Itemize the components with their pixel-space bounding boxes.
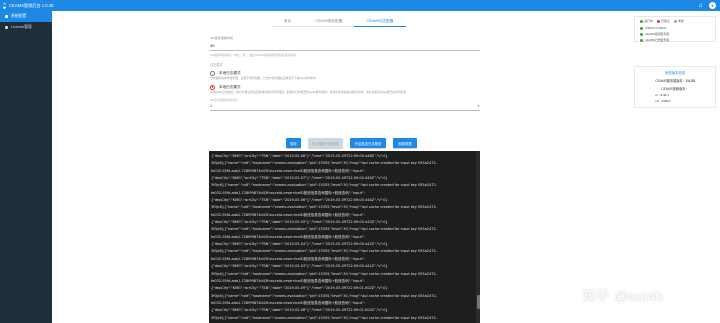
log-line: {"depCity":"KMG","arrCity":"TSN","date":… (211, 286, 388, 291)
server-version-value: 2.0.23 (685, 79, 695, 83)
sidebar-item-label: 系统配置 (11, 14, 27, 18)
tab-service-config[interactable]: CEAMS服务配置 (303, 17, 355, 27)
radio-description: 采用kafka日志模式，等日志量达到设定值或达到时间间隔后，批量将日志推送到ka… (210, 89, 407, 94)
watermark: 知乎 @out4b (582, 288, 664, 304)
log-config-form: API缓存保留时间 30 API缓存保留时间（单位：天），超出CEAMS缓存服务… (210, 36, 480, 111)
status-legend: 运行中 已停止 未知 (635, 17, 715, 25)
server-version: CEAMS服务端版本：2.0.23 (635, 78, 715, 83)
deps-label: CEAMS依赖版本： (661, 87, 689, 91)
log-line: fe032-55fd-ada1-728f99874d43funcceid-ces… (211, 256, 365, 261)
tab-log-config[interactable]: CEAMS日志配置 (354, 17, 406, 27)
sidebar-item-license[interactable]: License管理 (0, 22, 52, 33)
service-label: JCEMS CORE32 (645, 26, 667, 30)
service-item: CEAMS日志服务器 (635, 37, 715, 43)
log-line: {"depCity":"KMG","arrCity":"TSN","date":… (211, 176, 388, 181)
status-dot-icon (640, 38, 643, 42)
log-line: {"depCity":"KMG","arrCity":"TSN","date":… (211, 264, 388, 269)
sidebar-item-label: License管理 (11, 25, 32, 29)
status-dot-icon (640, 19, 643, 23)
log-lines: {"depCity":"KMG","arrCity":"TSN","date":… (209, 151, 475, 323)
dep-name: cc : (655, 93, 660, 97)
radio-description: 日志保存在本地服务器，适用于单机部署，日志文件存储在应用目录下的logs文件夹中 (210, 76, 316, 80)
select-value: 1 (210, 104, 212, 108)
log-line: fe032-55fd-ada1-728f99874d43funcceid-ces… (211, 190, 365, 195)
dep-item: odf : 2.83.4 (635, 99, 715, 103)
top-bar: CEAMS管理后台 1.0.38 ♫ ● (0, 0, 720, 11)
app-title: CEAMS管理后台 1.0.38 (9, 2, 54, 8)
status-dot-icon (640, 26, 643, 30)
radio-label: 本地日志模式 (219, 84, 241, 89)
bell-icon[interactable]: ♫ (697, 2, 704, 9)
scrollbar-thumb[interactable] (476, 295, 480, 309)
log-line: {"depCity":"KMG","arrCity":"TSN","date":… (211, 154, 388, 158)
save-button[interactable]: 保存 (286, 138, 301, 148)
legend-running: 运行中 (640, 19, 653, 23)
log-line: fe032-55fd-ada1-728f99874d43funcceid-ces… (211, 278, 365, 283)
log-line: 3f0jclt}{"name":"cdil","hostname":"ceams… (211, 293, 437, 298)
log-line: fe032-55fd-ada1-728f99874d43funcceid-ces… (211, 300, 365, 305)
top-right-actions: ♫ ● (697, 2, 716, 9)
user-avatar-icon[interactable]: ● (709, 2, 716, 9)
main-content: 首页 CEAMS服务配置 CEAMS日志配置 API缓存保留时间 30 API缓… (52, 11, 720, 323)
tab-bar: 首页 CEAMS服务配置 CEAMS日志配置 (272, 17, 406, 27)
log-retention-select[interactable]: 1 ▼ (210, 104, 480, 111)
sidebar-item-system-config[interactable]: 系统配置 (0, 11, 52, 22)
legend-label: 未知 (678, 19, 685, 23)
settings-icon (5, 15, 8, 18)
start-log-push-button[interactable]: 开启推送日志服务 (350, 138, 386, 148)
log-line: fe032-55fd-ada1-728f99874d43funcceid-ces… (211, 234, 365, 239)
legend-unknown: 未知 (674, 19, 684, 23)
log-mode-title: 日志模式 (210, 63, 223, 67)
license-icon (5, 26, 8, 29)
cache-retention-hint: API缓存保留时间（单位：天），超出CEAMS缓存服务器将会自动清除 (210, 53, 296, 57)
log-mode-option-kafka[interactable]: 本地日志模式 (210, 84, 480, 90)
tab-home[interactable]: 首页 (272, 17, 304, 27)
sidebar: 系统配置 License管理 (0, 11, 52, 323)
status-dot-icon (674, 19, 678, 23)
brand: CEAMS管理后台 1.0.38 (0, 0, 54, 11)
dep-name: odf : (655, 99, 661, 103)
log-line: 3f0jclt}{"name":"cdil","hostname":"ceams… (211, 249, 437, 254)
log-line: fe032-55fd-ada1-728f99874d43funcceid-ces… (211, 168, 365, 173)
version-info-panel: 系统版本信息 CEAMS服务端版本：2.0.23 CEAMS依赖版本： cc :… (634, 66, 716, 108)
log-line: 3f0jclt}{"name":"cdil","hostname":"ceams… (211, 183, 437, 188)
log-line: 3f0jclt}{"name":"cdil","hostname":"ceams… (211, 227, 437, 232)
dep-version: 2.44.1 (660, 93, 669, 97)
refresh-data-button[interactable]: 刷新数据 (393, 138, 417, 148)
log-line: 3f0jclt}{"name":"cdil","hostname":"ceams… (211, 271, 437, 276)
status-dot-icon (640, 32, 643, 36)
log-line: {"depCity":"KMG","arrCity":"TSN","date":… (211, 198, 388, 203)
action-buttons: 保存 停止推送日志服务 开启推送日志服务 刷新数据 (286, 138, 417, 148)
legend-label: 已停止 (661, 19, 671, 23)
legend-label: 运行中 (644, 19, 654, 23)
dep-item: cc : 2.44.1 (635, 93, 715, 97)
service-label: CEAMS缓存服务器 (645, 32, 669, 36)
log-line: fe032-55fd-ada1-728f99874d43funcceid-ces… (211, 212, 365, 217)
log-console[interactable]: {"depCity":"KMG","arrCity":"TSN","date":… (209, 151, 480, 323)
log-line: 3f0jclt}{"name":"cdil","hostname":"ceams… (211, 161, 437, 166)
service-status-panel: 运行中 已停止 未知 JCEMS CORE32 CEAMS缓存服务器 CEAMS… (634, 16, 716, 42)
server-version-label: CEAMS服务端版本： (655, 79, 686, 83)
radio-button-checked[interactable] (210, 84, 215, 90)
service-label: CEAMS日志服务器 (645, 38, 669, 42)
cache-retention-input[interactable]: 30 (210, 43, 480, 51)
stop-log-push-button[interactable]: 停止推送日志服务 (308, 138, 343, 148)
log-retention-label: API日志保存时间(天) (210, 98, 238, 102)
log-line: 3f0jclt}{"name":"cdil","hostname":"ceams… (211, 205, 437, 210)
log-line: 3f0jclt}{"name":"cdil","hostname":"ceams… (211, 315, 437, 320)
cache-retention-label: API缓存保留时间 (210, 36, 233, 40)
log-line: {"depCity":"KMG","arrCity":"TSN","date":… (211, 308, 388, 313)
status-dot-icon (657, 19, 661, 23)
log-line: {"depCity":"KMG","arrCity":"TSN","date":… (211, 220, 388, 225)
radio-button[interactable] (210, 71, 215, 76)
log-line: {"depCity":"KMG","arrCity":"TSN","date":… (211, 242, 388, 247)
app-logo-icon (3, 2, 6, 9)
chevron-down-icon: ▼ (477, 104, 480, 108)
legend-stopped: 已停止 (657, 19, 670, 23)
dep-version: 2.83.4 (661, 99, 671, 103)
version-info-title: 系统版本信息 (664, 71, 686, 75)
